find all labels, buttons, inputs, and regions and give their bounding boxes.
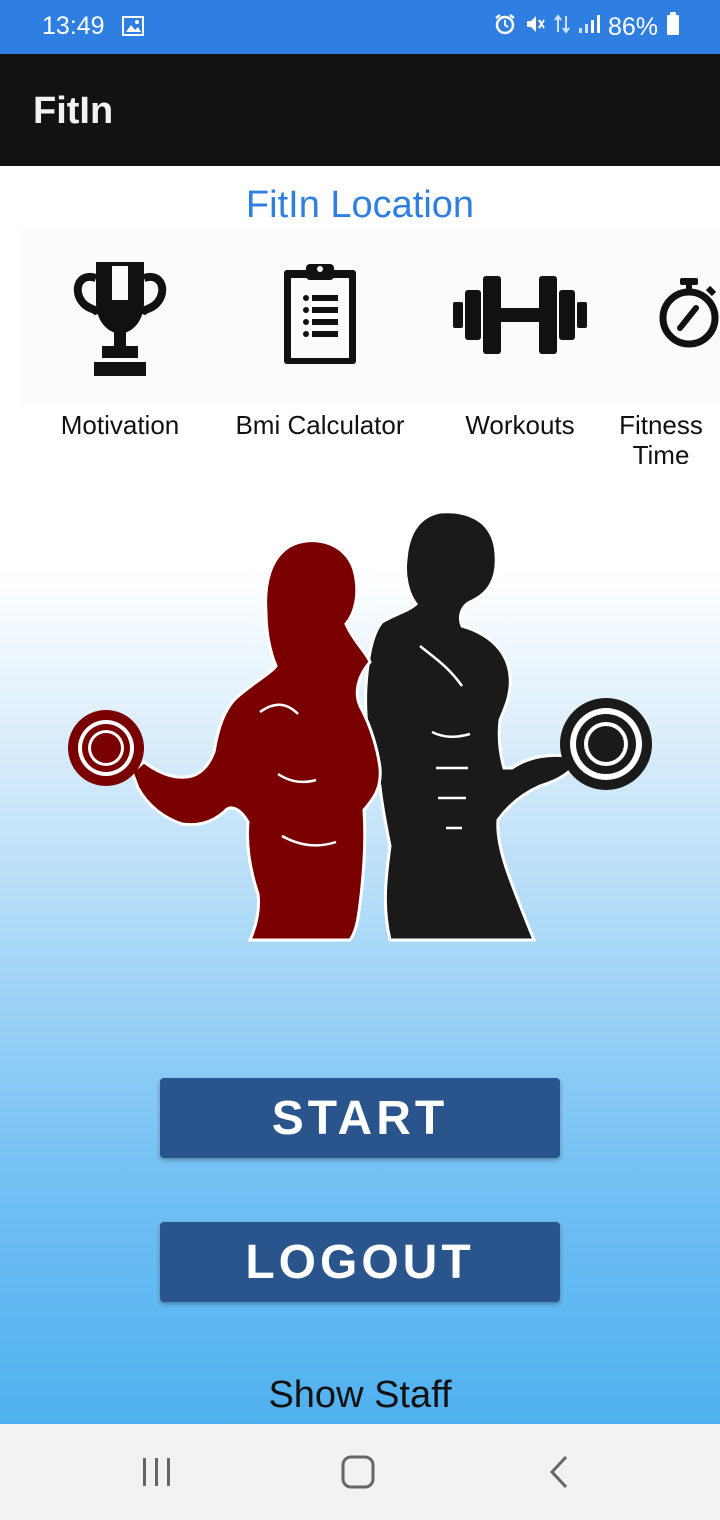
clipboard-icon bbox=[284, 264, 356, 364]
category-label-motivation: Motivation bbox=[60, 410, 180, 440]
back-icon[interactable] bbox=[546, 1454, 574, 1495]
main-content: FitIn Location Motivation Bmi Calculator… bbox=[0, 166, 720, 1424]
stopwatch-icon bbox=[659, 278, 719, 348]
show-staff-link[interactable]: Show Staff bbox=[0, 1374, 720, 1417]
gallery-notification-icon bbox=[122, 16, 144, 41]
system-navigation-bar bbox=[0, 1424, 720, 1520]
status-bar: 13:49 86% bbox=[0, 0, 720, 54]
woman-silhouette bbox=[68, 539, 382, 942]
category-card-bmi-calculator[interactable] bbox=[220, 228, 420, 403]
battery-percent: 86% bbox=[607, 13, 658, 41]
man-silhouette bbox=[364, 510, 652, 942]
data-transfer-icon bbox=[554, 13, 570, 42]
app-bar: FitIn bbox=[0, 54, 720, 166]
category-card-workouts[interactable] bbox=[420, 228, 620, 403]
category-label-fitness-time-clip: Fitness Time bbox=[606, 410, 716, 464]
location-title[interactable]: FitIn Location bbox=[0, 184, 720, 227]
logout-button[interactable]: LOGOUT bbox=[160, 1222, 560, 1302]
category-card-motivation[interactable] bbox=[20, 228, 220, 403]
fitness-couple-illustration bbox=[68, 510, 652, 942]
recent-apps-icon[interactable] bbox=[140, 1454, 174, 1495]
dumbbell-icon bbox=[453, 276, 587, 354]
alarm-icon bbox=[494, 13, 516, 42]
category-card-fitness-time[interactable] bbox=[620, 228, 720, 403]
mute-icon bbox=[524, 13, 546, 42]
category-label-fitness-time: Fitness Time bbox=[619, 410, 703, 464]
home-icon[interactable] bbox=[340, 1454, 376, 1495]
status-time: 13:49 bbox=[42, 12, 105, 40]
status-icons: 86% bbox=[494, 12, 680, 43]
trophy-icon bbox=[73, 262, 167, 376]
category-label-bmi-calculator: Bmi Calculator bbox=[235, 410, 405, 440]
signal-icon bbox=[578, 13, 600, 42]
start-button[interactable]: START bbox=[160, 1078, 560, 1158]
category-label-workouts: Workouts bbox=[465, 410, 575, 440]
battery-icon bbox=[666, 12, 680, 43]
app-title: FitIn bbox=[33, 90, 114, 132]
